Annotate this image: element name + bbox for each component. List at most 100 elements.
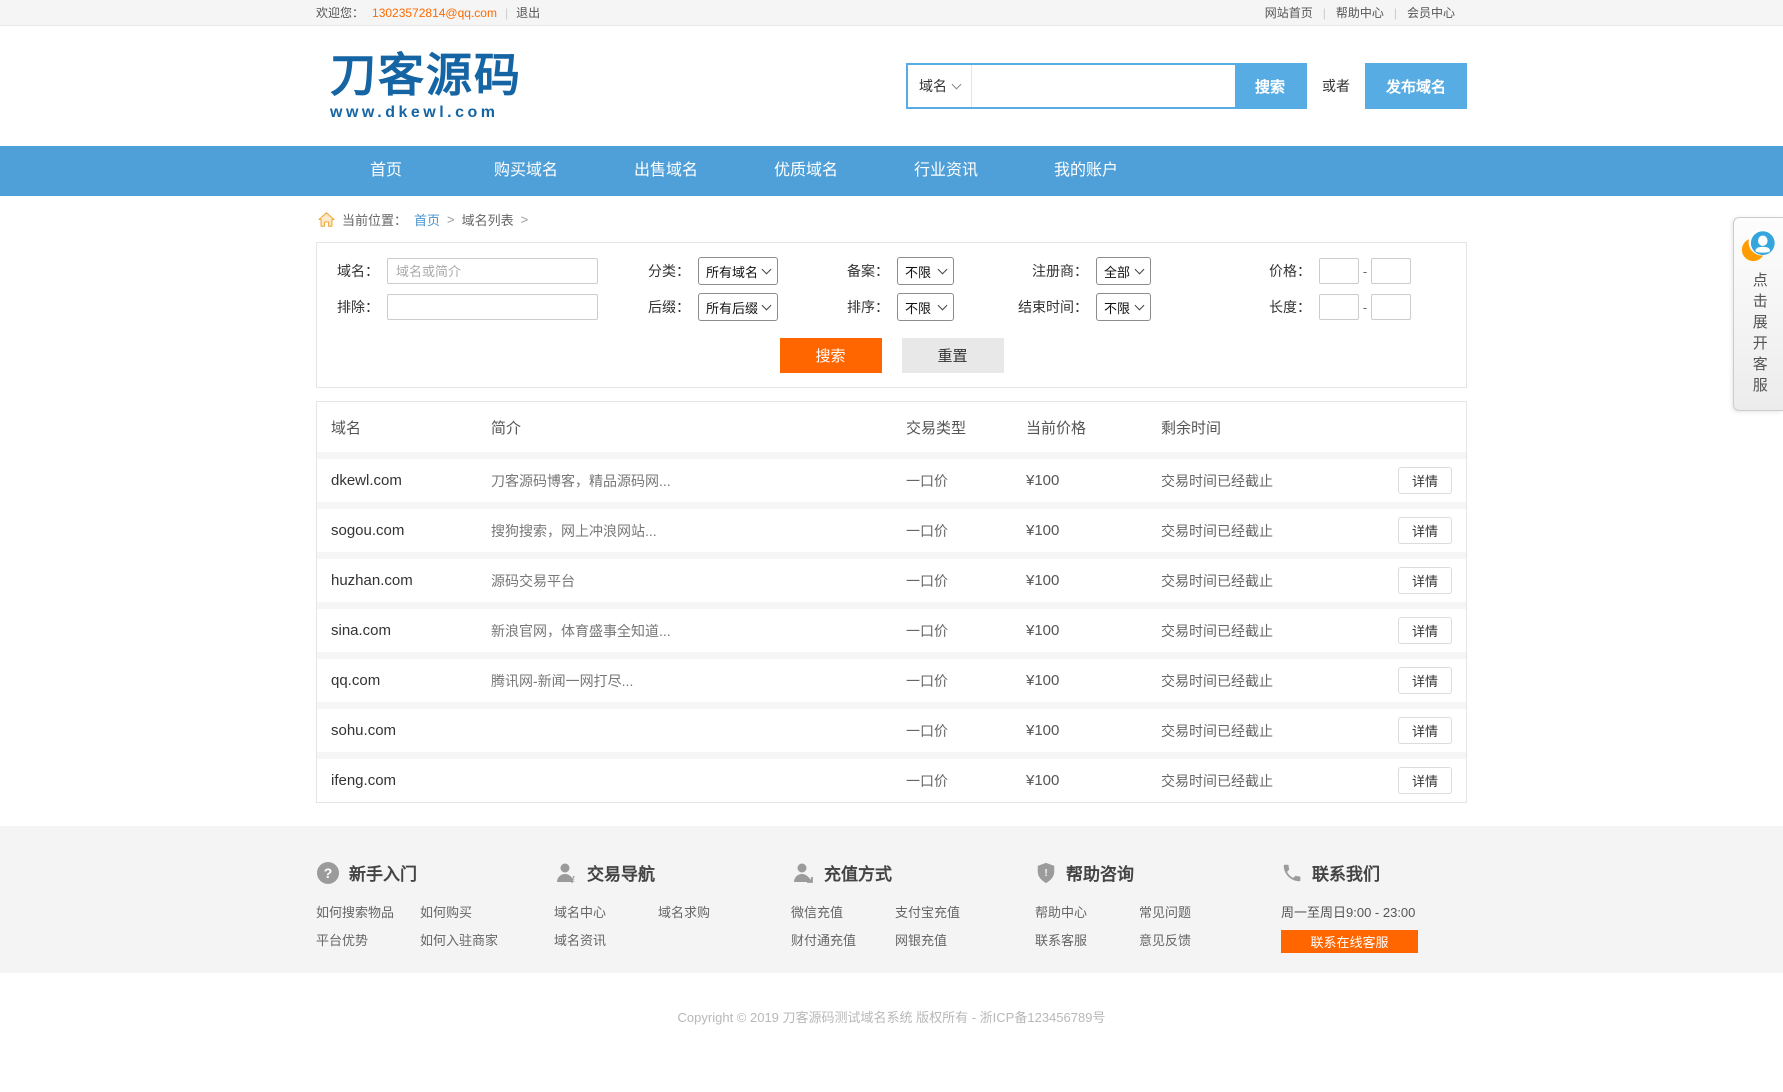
- svg-text:!: !: [1044, 867, 1047, 878]
- filter-suffix-label: 后缀：: [598, 297, 698, 317]
- col-header-domain: 域名: [331, 417, 491, 438]
- remaining-time: 交易时间已经截止: [1161, 471, 1396, 491]
- search-category-select[interactable]: 域名: [908, 65, 972, 107]
- filter-category-select[interactable]: 所有域名: [698, 257, 778, 285]
- domain-name[interactable]: dkewl.com: [331, 472, 491, 489]
- detail-button[interactable]: 详情: [1398, 667, 1452, 694]
- footer-link[interactable]: 财付通充值: [791, 930, 895, 949]
- detail-button[interactable]: 详情: [1398, 517, 1452, 544]
- filter-buttons: 搜索 重置: [317, 338, 1466, 373]
- domain-name[interactable]: qq.com: [331, 672, 491, 689]
- search-button[interactable]: 搜索: [1235, 65, 1305, 107]
- nav-item-premium-domain[interactable]: 优质域名: [736, 146, 876, 196]
- filter-beian-label: 备案：: [778, 261, 897, 281]
- publish-domain-button[interactable]: 发布域名: [1365, 63, 1467, 109]
- footer-link[interactable]: 帮助中心: [1035, 902, 1139, 921]
- footer-link[interactable]: 域名资讯: [554, 930, 658, 949]
- nav-item-industry-news[interactable]: 行业资讯: [876, 146, 1016, 196]
- footer-link[interactable]: 如何入驻商家: [420, 930, 554, 949]
- trade-type: 一口价: [906, 721, 1026, 741]
- filter-registrar-label: 注册商：: [954, 261, 1096, 281]
- domain-name[interactable]: sina.com: [331, 622, 491, 639]
- domain-name[interactable]: ifeng.com: [331, 772, 491, 789]
- site-header: 刀客源码 www.dkewl.com 域名 搜索 或者 发布域名: [0, 26, 1783, 146]
- site-logo[interactable]: 刀客源码 www.dkewl.com: [316, 52, 522, 121]
- footer-link[interactable]: 支付宝充值: [895, 902, 1035, 921]
- footer-link[interactable]: 如何购买: [420, 902, 554, 921]
- nav-item-sell-domain[interactable]: 出售域名: [596, 146, 736, 196]
- svg-text:¥: ¥: [569, 875, 575, 885]
- detail-button[interactable]: 详情: [1398, 567, 1452, 594]
- breadcrumb-home-link[interactable]: 首页: [414, 210, 440, 229]
- filter-sort-select[interactable]: 不限: [897, 293, 954, 321]
- topbar-link-help[interactable]: 帮助中心: [1336, 4, 1384, 21]
- search-box: 域名 搜索: [906, 63, 1307, 109]
- domain-table: 域名 简介 交易类型 当前价格 剩余时间 dkewl.com 刀客源码博客，精品…: [316, 401, 1467, 803]
- current-price: ¥100: [1026, 472, 1161, 489]
- topbar-links: 网站首页 | 帮助中心 | 会员中心: [1265, 4, 1467, 21]
- table-header-row: 域名 简介 交易类型 当前价格 剩余时间: [317, 402, 1466, 452]
- col-header-trade-type: 交易类型: [906, 417, 1026, 438]
- topbar-link-home[interactable]: 网站首页: [1265, 4, 1313, 21]
- contact-service-button[interactable]: 联系在线客服: [1281, 930, 1418, 953]
- filter-exclude-input[interactable]: [387, 294, 598, 320]
- footer-link[interactable]: 网银充值: [895, 930, 1035, 949]
- domain-name[interactable]: sogou.com: [331, 522, 491, 539]
- domain-desc: 刀客源码博客，精品源码网...: [491, 471, 906, 491]
- footer-link[interactable]: 域名求购: [658, 902, 791, 921]
- filter-suffix-value: 所有后缀: [706, 298, 758, 317]
- domain-name[interactable]: huzhan.com: [331, 572, 491, 589]
- filter-price-max-input[interactable]: [1371, 258, 1411, 284]
- footer-link[interactable]: 平台优势: [316, 930, 420, 949]
- detail-button[interactable]: 详情: [1398, 767, 1452, 794]
- domain-name[interactable]: sohu.com: [331, 722, 491, 739]
- logo-title: 刀客源码: [330, 52, 522, 98]
- filter-exclude-label: 排除：: [317, 297, 387, 317]
- filter-endtime-select[interactable]: 不限: [1096, 293, 1151, 321]
- filter-domain-input[interactable]: [387, 258, 598, 284]
- remaining-time: 交易时间已经截止: [1161, 771, 1396, 791]
- topbar-link-member[interactable]: 会员中心: [1407, 4, 1455, 21]
- topbar: 欢迎您： 13023572814@qq.com | 退出 网站首页 | 帮助中心…: [0, 0, 1783, 26]
- domain-desc: 搜狗搜索，网上冲浪网站...: [491, 521, 906, 541]
- filter-length-label: 长度：: [1151, 297, 1319, 317]
- footer-link[interactable]: 意见反馈: [1139, 930, 1281, 949]
- customer-service-widget[interactable]: 点击展开客服: [1733, 217, 1783, 411]
- service-hours: 周一至周日9:00 - 23:00: [1281, 902, 1467, 921]
- filter-length-min-input[interactable]: [1319, 294, 1359, 320]
- breadcrumb-separator: >: [447, 212, 455, 227]
- filter-sort-value: 不限: [905, 298, 931, 317]
- filter-registrar-value: 全部: [1104, 262, 1130, 281]
- current-price: ¥100: [1026, 722, 1161, 739]
- nav-item-buy-domain[interactable]: 购买域名: [456, 146, 596, 196]
- nav-item-home[interactable]: 首页: [316, 146, 456, 196]
- detail-button[interactable]: 详情: [1398, 617, 1452, 644]
- filter-search-button[interactable]: 搜索: [780, 338, 882, 373]
- trade-type: 一口价: [906, 771, 1026, 791]
- filter-suffix-select[interactable]: 所有后缀: [698, 293, 778, 321]
- remaining-time: 交易时间已经截止: [1161, 621, 1396, 641]
- logout-link[interactable]: 退出: [516, 4, 540, 21]
- col-header-remaining: 剩余时间: [1161, 417, 1396, 438]
- home-icon: [318, 212, 335, 227]
- filter-length-max-input[interactable]: [1371, 294, 1411, 320]
- filter-price-min-input[interactable]: [1319, 258, 1359, 284]
- person-yen-icon: ¥: [554, 861, 578, 885]
- filter-beian-select[interactable]: 不限: [897, 257, 954, 285]
- topbar-divider: |: [1323, 6, 1326, 20]
- footer-link[interactable]: 常见问题: [1139, 902, 1281, 921]
- search-input[interactable]: [972, 65, 1235, 107]
- footer-link[interactable]: 联系客服: [1035, 930, 1139, 949]
- detail-button[interactable]: 详情: [1398, 717, 1452, 744]
- footer-link[interactable]: 微信充值: [791, 902, 895, 921]
- question-icon: ?: [316, 861, 340, 885]
- footer-col-contact: 联系我们 周一至周日9:00 - 23:00 联系在线客服: [1281, 860, 1467, 953]
- filter-reset-button[interactable]: 重置: [902, 338, 1004, 373]
- footer-link[interactable]: 域名中心: [554, 902, 658, 921]
- filter-registrar-select[interactable]: 全部: [1096, 257, 1151, 285]
- domain-desc: 新浪官网，体育盛事全知道...: [491, 621, 906, 641]
- detail-button[interactable]: 详情: [1398, 467, 1452, 494]
- trade-type: 一口价: [906, 621, 1026, 641]
- footer-link[interactable]: 如何搜索物品: [316, 902, 420, 921]
- nav-item-my-account[interactable]: 我的账户: [1016, 146, 1156, 196]
